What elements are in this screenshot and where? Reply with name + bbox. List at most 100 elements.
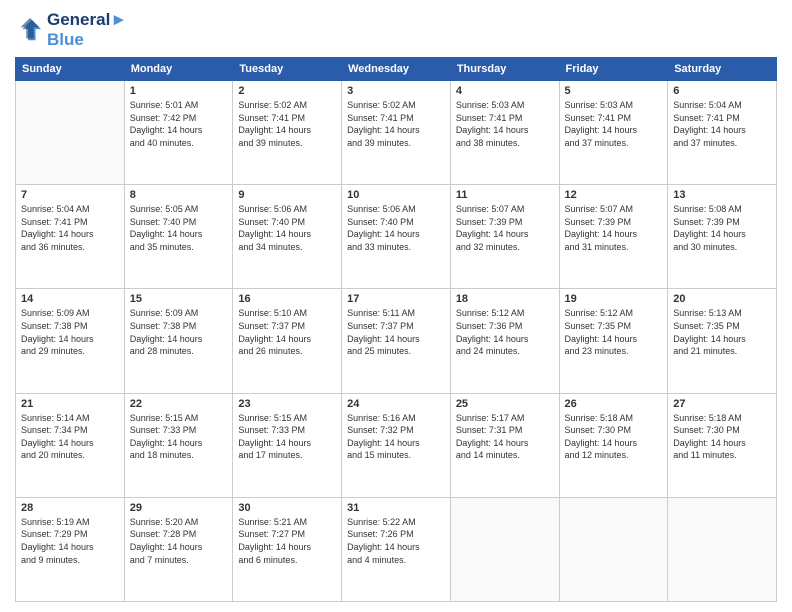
daylight-hours: Daylight: 14 hours <box>673 438 746 448</box>
sunrise-text: Sunrise: 5:13 AM <box>673 308 742 318</box>
page: General► Blue SundayMondayTuesdayWednesd… <box>0 0 792 612</box>
sunrise-text: Sunrise: 5:02 AM <box>347 100 416 110</box>
sunrise-text: Sunrise: 5:11 AM <box>347 308 415 318</box>
daylight-hours: Daylight: 14 hours <box>347 438 420 448</box>
sunset-text: Sunset: 7:35 PM <box>673 321 740 331</box>
calendar-cell: 4Sunrise: 5:03 AMSunset: 7:41 PMDaylight… <box>450 81 559 185</box>
sunset-text: Sunset: 7:42 PM <box>130 113 197 123</box>
day-number: 14 <box>21 293 119 305</box>
sunrise-text: Sunrise: 5:09 AM <box>130 308 199 318</box>
sunrise-text: Sunrise: 5:09 AM <box>21 308 90 318</box>
sunrise-text: Sunrise: 5:07 AM <box>456 204 525 214</box>
weekday-header-thursday: Thursday <box>450 58 559 81</box>
day-info: Sunrise: 5:15 AMSunset: 7:33 PMDaylight:… <box>130 412 228 462</box>
calendar-cell: 7Sunrise: 5:04 AMSunset: 7:41 PMDaylight… <box>16 185 125 289</box>
calendar-week-row: 14 Sunrise: 5:09 AM Sunset: 7:38 PM Dayligh… <box>16 289 777 393</box>
daylight-minutes: and 39 minutes. <box>347 138 411 148</box>
sunset-text: Sunset: 7:39 PM <box>456 217 523 227</box>
day-number: 19 <box>565 293 663 305</box>
daylight-hours: Daylight: 14 hours <box>456 438 529 448</box>
sunrise-text: Sunrise: 5:21 AM <box>238 517 307 527</box>
daylight-hours: Daylight: 14 hours <box>347 542 420 552</box>
day-number: 20 <box>673 293 771 305</box>
sunset-text: Sunset: 7:40 PM <box>130 217 197 227</box>
day-info: Sunrise: 5:11 AMSunset: 7:37 PMDaylight:… <box>347 307 445 357</box>
daylight-minutes: and 29 minutes. <box>21 346 85 356</box>
daylight-minutes: and 28 minutes. <box>130 346 194 356</box>
day-number: 24 <box>347 398 445 410</box>
day-info: Sunrise: 5:18 AMSunset: 7:30 PMDaylight:… <box>673 412 771 462</box>
day-info: Sunrise: 5:13 AMSunset: 7:35 PMDaylight:… <box>673 307 771 357</box>
day-info: Sunrise: 5:20 AMSunset: 7:28 PMDaylight:… <box>130 516 228 566</box>
sunrise-text: Sunrise: 5:15 AM <box>130 413 199 423</box>
day-number: 21 <box>21 398 119 410</box>
day-number: 9 <box>238 189 336 201</box>
day-info: Sunrise: 5:10 AMSunset: 7:37 PMDaylight:… <box>238 307 336 357</box>
logo-icon <box>15 16 43 44</box>
daylight-minutes: and 36 minutes. <box>21 242 85 252</box>
sunset-text: Sunset: 7:41 PM <box>347 113 414 123</box>
day-number: 27 <box>673 398 771 410</box>
daylight-minutes: and 11 minutes. <box>673 450 736 460</box>
day-number: 28 <box>21 502 119 514</box>
day-number: 23 <box>238 398 336 410</box>
sunrise-text: Sunrise: 5:03 AM <box>456 100 525 110</box>
daylight-minutes: and 37 minutes. <box>565 138 629 148</box>
daylight-hours: Daylight: 14 hours <box>130 438 203 448</box>
daylight-hours: Daylight: 14 hours <box>565 125 638 135</box>
day-info: Sunrise: 5:16 AMSunset: 7:32 PMDaylight:… <box>347 412 445 462</box>
sunrise-text: Sunrise: 5:12 AM <box>456 308 525 318</box>
sunrise-text: Sunrise: 5:05 AM <box>130 204 199 214</box>
daylight-hours: Daylight: 14 hours <box>238 334 311 344</box>
daylight-minutes: and 25 minutes. <box>347 346 411 356</box>
sunrise-text: Sunrise: 5:06 AM <box>347 204 416 214</box>
daylight-minutes: and 37 minutes. <box>673 138 737 148</box>
weekday-header-saturday: Saturday <box>668 58 777 81</box>
weekday-header-monday: Monday <box>124 58 233 81</box>
day-number: 25 <box>456 398 554 410</box>
day-info: Sunrise: 5:09 AMSunset: 7:38 PMDaylight:… <box>130 307 228 357</box>
day-info: Sunrise: 5:06 AMSunset: 7:40 PMDaylight:… <box>347 203 445 253</box>
logo-text: General► Blue <box>47 10 127 49</box>
daylight-minutes: and 4 minutes. <box>347 555 406 565</box>
calendar-cell: 10Sunrise: 5:06 AMSunset: 7:40 PMDayligh… <box>342 185 451 289</box>
calendar-cell: 29Sunrise: 5:20 AMSunset: 7:28 PMDayligh… <box>124 497 233 601</box>
calendar-week-row: 7Sunrise: 5:04 AMSunset: 7:41 PMDaylight… <box>16 185 777 289</box>
sunrise-text: Sunrise: 5:07 AM <box>565 204 634 214</box>
day-info: Sunrise: 5:07 AMSunset: 7:39 PMDaylight:… <box>456 203 554 253</box>
calendar-cell: 13Sunrise: 5:08 AMSunset: 7:39 PMDayligh… <box>668 185 777 289</box>
sunset-text: Sunset: 7:30 PM <box>673 425 740 435</box>
day-info: Sunrise: 5:01 AMSunset: 7:42 PMDaylight:… <box>130 99 228 149</box>
sunset-text: Sunset: 7:28 PM <box>130 529 197 539</box>
daylight-hours: Daylight: 14 hours <box>21 334 94 344</box>
day-info: Sunrise: 5:09 AM Sunset: 7:38 PM Daylight:… <box>21 307 119 357</box>
day-number: 8 <box>130 189 228 201</box>
day-info: Sunrise: 5:02 AM Sunset: 7:41 PM Daylight:… <box>347 99 445 149</box>
calendar-cell: 22Sunrise: 5:15 AMSunset: 7:33 PMDayligh… <box>124 393 233 497</box>
sunset-text: Sunset: 7:38 PM <box>21 321 88 331</box>
day-info: Sunrise: 5:05 AMSunset: 7:40 PMDaylight:… <box>130 203 228 253</box>
sunset-text: Sunset: 7:29 PM <box>21 529 88 539</box>
day-info: Sunrise: 5:18 AMSunset: 7:30 PMDaylight:… <box>565 412 663 462</box>
calendar-cell: 6Sunrise: 5:04 AMSunset: 7:41 PMDaylight… <box>668 81 777 185</box>
daylight-minutes: and 14 minutes. <box>456 450 520 460</box>
logo: General► Blue <box>15 10 127 49</box>
daylight-minutes: and 30 minutes. <box>673 242 737 252</box>
calendar-cell: 18Sunrise: 5:12 AMSunset: 7:36 PMDayligh… <box>450 289 559 393</box>
calendar-cell: 3Sunrise: 5:02 AMSunset: 7:41 PMDaylight… <box>342 81 451 185</box>
daylight-hours: Daylight: 14 hours <box>347 125 420 135</box>
daylight-hours: Daylight: 14 hours <box>673 229 746 239</box>
calendar-cell: 11Sunrise: 5:07 AMSunset: 7:39 PMDayligh… <box>450 185 559 289</box>
sunrise-text: Sunrise: 5:10 AM <box>238 308 307 318</box>
calendar-cell: 25Sunrise: 5:17 AMSunset: 7:31 PMDayligh… <box>450 393 559 497</box>
day-number: 12 <box>565 189 663 201</box>
sunrise-text: Sunrise: 5:04 AM <box>21 204 90 214</box>
daylight-minutes: and 18 minutes. <box>130 450 194 460</box>
day-number: 7 <box>21 189 119 201</box>
day-info: Sunrise: 5:15 AMSunset: 7:33 PMDaylight:… <box>238 412 336 462</box>
sunrise-text: Sunrise: 5:06 AM <box>238 204 307 214</box>
sunrise-text: Sunrise: 5:18 AM <box>565 413 634 423</box>
sunrise-text: Sunrise: 5:14 AM <box>21 413 90 423</box>
daylight-hours: Daylight: 14 hours <box>130 334 203 344</box>
daylight-minutes: and 38 minutes. <box>456 138 520 148</box>
